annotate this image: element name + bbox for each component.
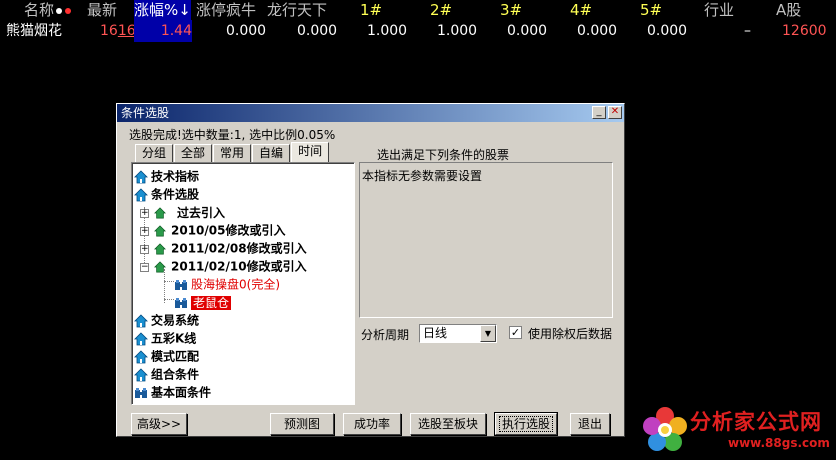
star-icon [65,7,72,14]
col-2-header[interactable]: 2# [430,0,452,20]
dialog-title: 条件选股 [121,106,170,120]
expand-icon[interactable]: + [140,209,149,218]
col-zt-header[interactable]: 涨停疯牛 [196,0,256,20]
tab-custom[interactable]: 自编 [252,144,291,162]
col-name-header[interactable]: 名称 [24,0,72,20]
col-industry-header[interactable]: 行业 [704,0,734,20]
house-icon [134,169,148,184]
col-latest-header[interactable]: 最新 [87,0,117,20]
col-1-header[interactable]: 1# [360,0,382,20]
expand-icon[interactable]: + [140,245,149,254]
stock-c1: 0.000 [226,23,267,39]
tree-node-cond[interactable]: 条件选股 [134,185,199,203]
tab-all[interactable]: 全部 [174,144,213,162]
tree-node-d2[interactable]: 2011/02/08修改或引入 [154,239,307,257]
col-4-header[interactable]: 4# [570,0,592,20]
advanced-button[interactable]: 高级>> [131,413,187,435]
period-select[interactable]: 日线 ▼ [419,324,497,343]
house-icon [154,224,168,238]
period-value: 日线 [423,326,448,340]
stock-c5: 0.000 [507,23,548,39]
col-ashare-header[interactable]: A股 [776,0,801,20]
status-text: 选股完成!选中数量:1, 选中比例0.05% [129,128,336,142]
period-label: 分析周期 [361,328,410,342]
tree-connector [164,281,174,282]
success-rate-button[interactable]: 成功率 [343,413,401,435]
tree-node-trade[interactable]: 交易系统 [134,311,199,329]
stock-c2: 0.000 [297,23,338,39]
col-5-header[interactable]: 5# [640,0,662,20]
tree-node-combo[interactable]: 组合条件 [134,365,199,383]
house-icon [134,313,148,328]
stock-c3: 1.000 [367,23,408,39]
stock-change: 1.44 [134,20,192,42]
stock-industry: – [744,23,751,39]
tree-node-tech[interactable]: 技术指标 [134,167,199,185]
tab-group[interactable]: 分组 [135,144,174,162]
stock-c6: 0.000 [577,23,618,39]
tree-leaf-laoshucang[interactable]: 老鼠仓 [174,293,232,311]
dialog-titlebar[interactable]: 条件选股 _ ✕ [117,104,624,122]
col-lx-header[interactable]: 龙行天下 [267,0,327,20]
dot-icon [56,7,63,14]
house-icon [134,349,148,364]
stock-c4: 1.000 [437,23,478,39]
execute-button[interactable]: 执行选股 [494,412,558,436]
flower-icon [643,407,687,451]
formula-tree[interactable]: 技术指标 条件选股 + 过去引入 + 2010/05修改或引入 + 2011/0… [131,162,355,405]
tree-node-past[interactable]: 过去引入 [154,203,225,221]
col-3-header[interactable]: 3# [500,0,522,20]
close-button[interactable]: ✕ [608,106,622,119]
criteria-label: 选出满足下列条件的股票 [377,148,510,162]
tree-node-five[interactable]: 五彩K线 [134,329,196,347]
condition-select-dialog: 条件选股 _ ✕ 选股完成!选中数量:1, 选中比例0.05% 分组 全部 常用… [116,103,625,437]
tab-time[interactable]: 时间 [291,142,330,162]
stock-c7: 0.000 [647,23,688,39]
stock-ashare: 12600 [782,23,827,39]
col-change-header[interactable]: 涨幅%↓ [134,0,191,20]
exit-button[interactable]: 退出 [570,413,610,435]
adjusted-data-label: 使用除权后数据 [528,327,613,341]
tree-node-d1[interactable]: 2010/05修改或引入 [154,221,285,239]
tree-connector [164,299,174,300]
house-icon [134,367,148,382]
quote-header: 名称 最新 涨幅%↓ 涨停疯牛 龙行天下 1# 2# 3# 4# 5# 行业 A… [0,0,836,20]
chevron-down-icon[interactable]: ▼ [480,325,496,342]
house-icon [154,242,168,256]
tab-bar: 分组 全部 常用 自编 时间 [135,142,330,162]
tab-common[interactable]: 常用 [213,144,252,162]
tree-node-fund[interactable]: 基本面条件 [134,383,211,401]
binoculars-icon [174,296,188,310]
to-block-button[interactable]: 选股至板块 [410,413,486,435]
tree-node-pattern[interactable]: 模式匹配 [134,347,199,365]
params-panel: 本指标无参数需要设置 [359,162,613,318]
stock-row[interactable]: 熊猫烟花 1616 1.44 0.000 0.000 1.000 1.000 0… [0,20,836,42]
preview-button[interactable]: 预测图 [270,413,334,435]
adjusted-data-checkbox[interactable]: ✓ [509,326,522,339]
expand-icon[interactable]: + [140,227,149,236]
house-icon [154,260,168,274]
stock-latest: 1616 [100,23,136,39]
site-logo: 分析家公式网 www.88gs.com [640,400,836,460]
logo-url-text: www.88gs.com [728,436,830,450]
binoculars-icon [134,386,148,400]
stock-name: 熊猫烟花 [6,23,62,39]
minimize-button[interactable]: _ [592,106,606,119]
house-icon [154,206,168,220]
tree-node-d3[interactable]: 2011/02/10修改或引入 [154,257,307,275]
logo-brand-text: 分析家公式网 [690,410,822,434]
tree-leaf-guhai[interactable]: 股海操盘0(完全) [174,275,280,293]
no-params-text: 本指标无参数需要设置 [362,169,483,183]
house-icon [134,331,148,346]
house-icon [134,187,148,202]
collapse-icon[interactable]: − [140,263,149,272]
binoculars-icon [174,278,188,292]
